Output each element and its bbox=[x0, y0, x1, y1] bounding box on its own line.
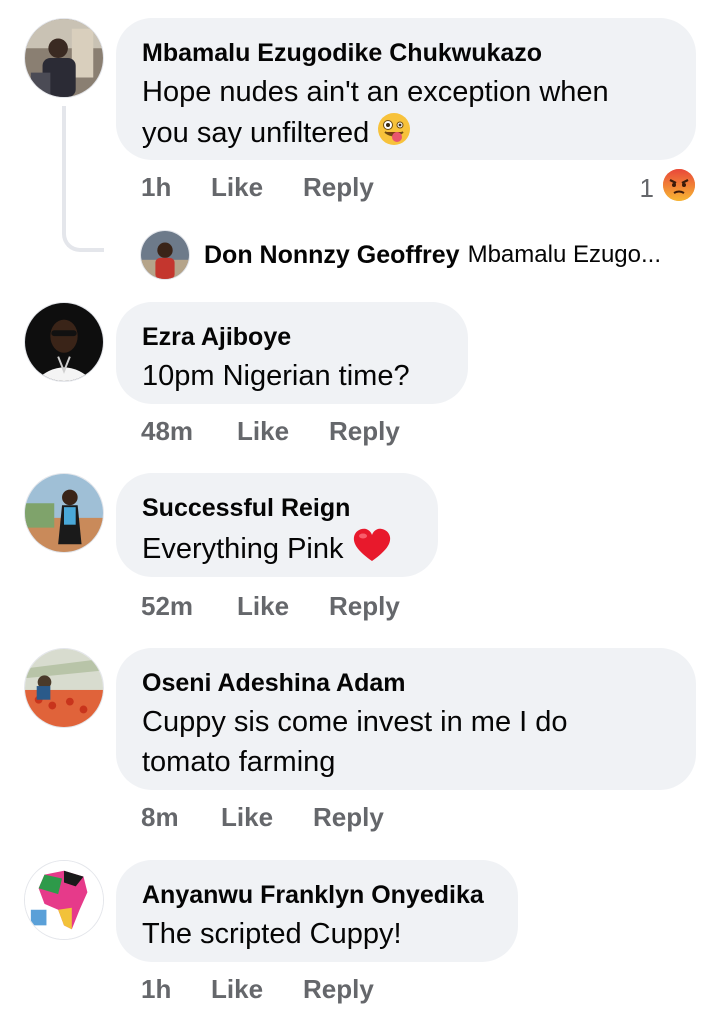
avatar[interactable] bbox=[24, 302, 104, 382]
reply-snippet: Mbamalu Ezugo... bbox=[467, 241, 662, 268]
comment-bubble: Ezra Ajiboye 10pm Nigerian time? bbox=[116, 302, 468, 404]
comment-text: Cuppy sis come invest in me I do tomato … bbox=[142, 702, 670, 782]
comment-text-line: you say unfiltered bbox=[142, 117, 370, 150]
comment-text-line: Cuppy sis come invest in me I do bbox=[142, 706, 568, 738]
reply-button[interactable]: Reply bbox=[313, 802, 384, 833]
reply-button[interactable]: Reply bbox=[329, 591, 400, 622]
comment-text: Everything Pink bbox=[142, 527, 412, 574]
comment-bubble: Mbamalu Ezugodike Chukwukazo Hope nudes … bbox=[116, 18, 696, 160]
comment-actions: 1h Like Reply bbox=[141, 172, 374, 203]
reaction-summary[interactable]: 1 bbox=[640, 168, 696, 209]
thread-connector bbox=[62, 106, 104, 252]
like-button[interactable]: Like bbox=[237, 591, 289, 622]
comment-text-line: Hope nudes ain't an exception when bbox=[142, 76, 609, 108]
comment-author[interactable]: Successful Reign bbox=[142, 493, 412, 523]
avatar[interactable] bbox=[24, 473, 104, 553]
avatar[interactable] bbox=[140, 230, 190, 280]
reaction-count: 1 bbox=[639, 173, 654, 203]
comment-time[interactable]: 48m bbox=[141, 416, 237, 447]
red-heart-icon bbox=[352, 527, 392, 574]
comment-actions: 1h Like Reply bbox=[141, 974, 374, 1005]
comment-actions: 48m Like Reply bbox=[141, 416, 400, 447]
reply-button[interactable]: Reply bbox=[329, 416, 400, 447]
like-button[interactable]: Like bbox=[237, 416, 289, 447]
comment-text: 10pm Nigerian time? bbox=[142, 360, 410, 392]
comment-time[interactable]: 52m bbox=[141, 591, 237, 622]
avatar[interactable] bbox=[24, 860, 104, 940]
comment-bubble: Anyanwu Franklyn Onyedika The scripted C… bbox=[116, 860, 518, 962]
angry-emoji-icon bbox=[662, 168, 696, 209]
reply-button[interactable]: Reply bbox=[303, 172, 374, 203]
comment-actions: 52m Like Reply bbox=[141, 591, 400, 622]
comment-author[interactable]: Ezra Ajiboye bbox=[142, 322, 442, 352]
grinning-tongue-emoji-icon bbox=[377, 112, 411, 157]
comment-actions: 8m Like Reply bbox=[141, 802, 384, 833]
comment-author[interactable]: Oseni Adeshina Adam bbox=[142, 668, 670, 698]
comment-text-line: Everything Pink bbox=[142, 533, 344, 566]
comment-author[interactable]: Mbamalu Ezugodike Chukwukazo bbox=[142, 38, 670, 68]
avatar[interactable] bbox=[24, 648, 104, 728]
comment-text: Hope nudes ain't an exception when you s… bbox=[142, 72, 670, 157]
comment-time[interactable]: 1h bbox=[141, 172, 211, 203]
reply-button[interactable]: Reply bbox=[303, 974, 374, 1005]
comment-time[interactable]: 8m bbox=[141, 802, 221, 833]
comment-text-line: tomato farming bbox=[142, 746, 336, 778]
comment-time[interactable]: 1h bbox=[141, 974, 211, 1005]
comment-bubble: Oseni Adeshina Adam Cuppy sis come inves… bbox=[116, 648, 696, 790]
comment-bubble: Successful Reign Everything Pink bbox=[116, 473, 438, 577]
reply-author[interactable]: Don Nonnzy Geoffrey bbox=[204, 241, 460, 270]
like-button[interactable]: Like bbox=[221, 802, 273, 833]
reply-preview[interactable]: Don Nonnzy Geoffrey Mbamalu Ezugo... bbox=[140, 230, 661, 280]
comment-text: The scripted Cuppy! bbox=[142, 918, 402, 950]
comment-author[interactable]: Anyanwu Franklyn Onyedika bbox=[142, 880, 492, 910]
like-button[interactable]: Like bbox=[211, 974, 263, 1005]
avatar[interactable] bbox=[24, 18, 104, 98]
like-button[interactable]: Like bbox=[211, 172, 263, 203]
